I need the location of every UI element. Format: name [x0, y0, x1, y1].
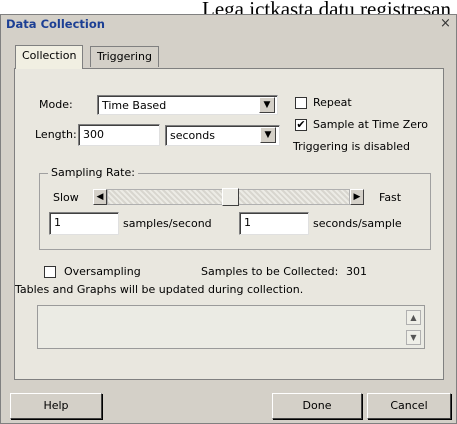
length-input[interactable]: 300 — [78, 124, 160, 146]
unit-select[interactable]: seconds ▼ — [165, 125, 280, 146]
triangle-right-icon[interactable]: ▶ — [350, 189, 364, 205]
seconds-per-sample-label: seconds/sample — [313, 217, 402, 230]
title-bar: Data Collection × — [1, 15, 456, 33]
length-input-value: 300 — [83, 128, 104, 141]
slider-thumb[interactable] — [222, 188, 239, 206]
collection-panel: Mode: Time Based ▼ Length: 300 seconds ▼… — [14, 68, 444, 380]
tab-collection[interactable]: Collection — [15, 45, 84, 69]
samples-per-second-input[interactable]: 1 — [49, 212, 119, 235]
mode-select-value: Time Based — [102, 99, 167, 112]
mode-select[interactable]: Time Based ▼ — [97, 95, 278, 115]
update-note: Tables and Graphs will be updated during… — [15, 283, 304, 296]
data-collection-dialog: Data Collection × Collection Triggering … — [0, 14, 457, 424]
close-button[interactable]: × — [438, 17, 453, 31]
notes-textarea[interactable]: ▲ ▼ — [37, 305, 425, 349]
sample-at-zero-label: Sample at Time Zero — [313, 118, 429, 131]
seconds-per-sample-value: 1 — [244, 216, 251, 229]
samples-to-collect-label: Samples to be Collected: — [201, 265, 339, 278]
oversampling-checkbox[interactable] — [44, 266, 56, 278]
triggering-status: Triggering is disabled — [293, 140, 411, 153]
sample-at-zero-checkbox[interactable]: ✔ — [295, 119, 307, 131]
samples-per-second-label: samples/second — [123, 217, 212, 230]
triangle-down-icon[interactable]: ▼ — [406, 330, 421, 345]
help-button[interactable]: Help — [10, 393, 102, 419]
window-title: Data Collection — [6, 17, 105, 31]
checkmark-icon: ✔ — [296, 118, 306, 131]
chevron-down-icon[interactable]: ▼ — [260, 127, 276, 143]
done-button[interactable]: Done — [272, 393, 362, 419]
repeat-label: Repeat — [313, 96, 352, 109]
slow-label: Slow — [53, 191, 79, 204]
tab-collection-label: Collection — [22, 49, 77, 62]
length-label: Length: — [35, 128, 77, 141]
background-caption-text: Lega ictkasta datu registresan — [202, 0, 451, 14]
fast-label: Fast — [379, 191, 402, 204]
tab-triggering-label: Triggering — [97, 50, 152, 63]
mode-label: Mode: — [39, 98, 73, 111]
seconds-per-sample-input[interactable]: 1 — [239, 212, 309, 235]
samples-to-collect-value: 301 — [346, 265, 367, 278]
tab-triggering[interactable]: Triggering — [90, 46, 159, 67]
chevron-down-icon[interactable]: ▼ — [259, 97, 275, 113]
repeat-checkbox[interactable] — [295, 97, 307, 109]
cancel-button[interactable]: Cancel — [367, 393, 451, 419]
sampling-rate-title: Sampling Rate: — [48, 166, 138, 179]
samples-per-second-value: 1 — [54, 216, 61, 229]
unit-select-value: seconds — [170, 129, 215, 142]
triangle-up-icon[interactable]: ▲ — [406, 310, 421, 325]
triangle-left-icon[interactable]: ◀ — [93, 189, 107, 205]
oversampling-label: Oversampling — [64, 265, 141, 278]
